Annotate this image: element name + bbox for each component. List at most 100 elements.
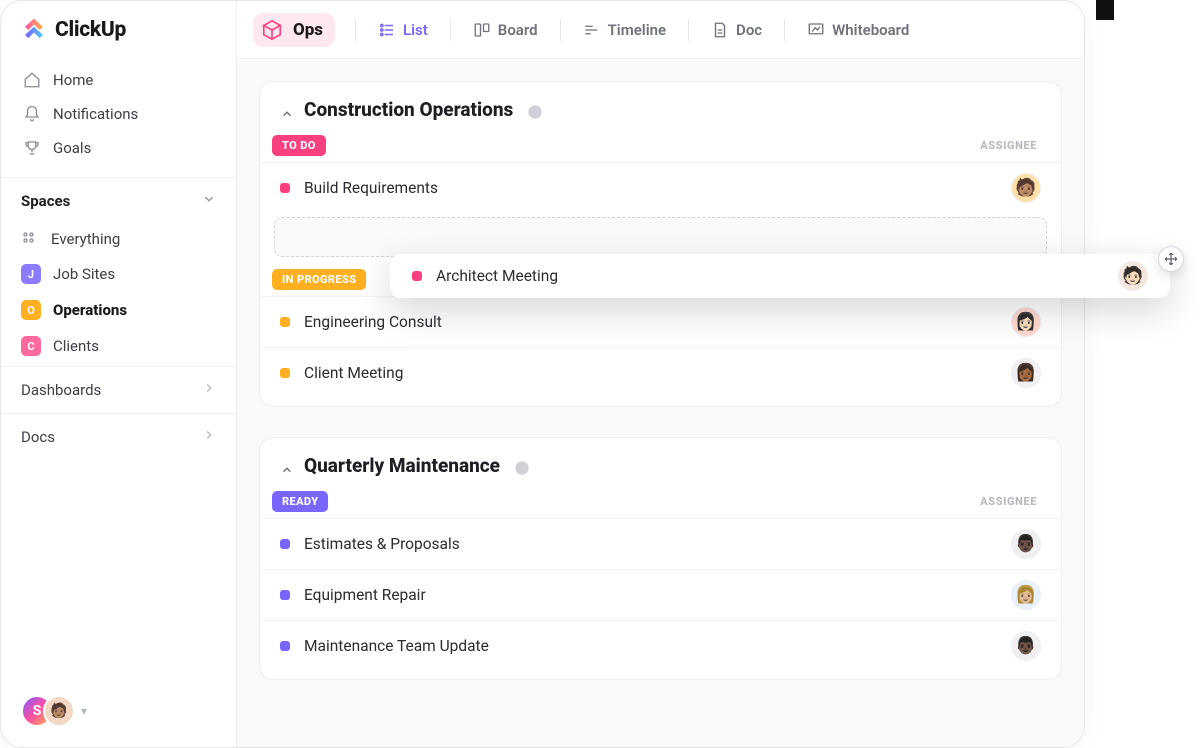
view-tab-doc[interactable]: Doc [709, 17, 764, 43]
workspace-switcher[interactable]: S 🧑🏽 [21, 695, 75, 727]
status-dot [280, 641, 290, 651]
task-row[interactable]: Estimates & Proposals 👨🏿 [260, 518, 1061, 569]
content: Construction Operations TO DO ASSIGNEE B… [237, 59, 1084, 710]
chevron-down-icon [202, 192, 216, 210]
clickup-logo-icon [21, 17, 47, 43]
list-card-construction: Construction Operations TO DO ASSIGNEE B… [259, 81, 1062, 407]
timeline-icon [583, 21, 601, 39]
status-dot [412, 271, 422, 281]
task-row[interactable]: Engineering Consult 👩🏻 [260, 296, 1061, 347]
space-label: Operations [53, 301, 127, 319]
status-dot [280, 368, 290, 378]
space-name: Ops [293, 20, 323, 40]
doc-icon [711, 21, 729, 39]
space-badge[interactable]: Ops [253, 13, 335, 47]
task-row[interactable]: Equipment Repair 👩🏼 [260, 569, 1061, 620]
space-label: Job Sites [53, 265, 115, 283]
section-label: Dashboards [21, 381, 101, 399]
logo-text: ClickUp [55, 18, 126, 42]
divider [450, 19, 451, 41]
divider [784, 19, 785, 41]
status-dot [280, 317, 290, 327]
view-label: Whiteboard [832, 21, 909, 39]
chevron-right-icon [202, 381, 216, 399]
space-job-sites[interactable]: J Job Sites [9, 256, 228, 292]
decorative-corner [1096, 0, 1114, 20]
assignee-avatar[interactable]: 🧑🏻 [1118, 261, 1148, 291]
space-everything[interactable]: Everything [9, 222, 228, 256]
space-clients[interactable]: C Clients [9, 328, 228, 364]
assignee-avatar[interactable]: 👩🏾 [1011, 358, 1041, 388]
nav-label: Notifications [53, 105, 138, 123]
assignee-avatar[interactable]: 👩🏻 [1011, 307, 1041, 337]
nav-notifications[interactable]: Notifications [9, 97, 228, 131]
nav-label: Goals [53, 139, 91, 157]
spaces-header[interactable]: Spaces [1, 177, 236, 220]
main-area: Ops List Board Timeline Doc [237, 1, 1084, 747]
task-name: Maintenance Team Update [304, 637, 489, 655]
chevron-up-icon [280, 103, 294, 117]
view-tab-timeline[interactable]: Timeline [581, 17, 668, 43]
view-tab-list[interactable]: List [376, 17, 430, 43]
assignee-avatar[interactable]: 👨🏿 [1011, 529, 1041, 559]
divider [688, 19, 689, 41]
logo[interactable]: ClickUp [1, 17, 236, 61]
view-tab-whiteboard[interactable]: Whiteboard [805, 17, 911, 43]
space-label: Everything [51, 230, 120, 248]
topbar: Ops List Board Timeline Doc [237, 1, 1084, 59]
sidebar: ClickUp Home Notifications Goals Spaces [1, 1, 237, 747]
assignee-column-header: ASSIGNEE [980, 139, 1037, 152]
space-chip: J [21, 264, 41, 284]
list-header[interactable]: Construction Operations [260, 98, 1061, 131]
space-chip: C [21, 336, 41, 356]
list-header[interactable]: Quarterly Maintenance [260, 454, 1061, 487]
status-dot [280, 539, 290, 549]
task-name: Estimates & Proposals [304, 535, 460, 553]
task-name: Build Requirements [304, 179, 438, 197]
dragged-task-card[interactable]: Architect Meeting 🧑🏻 [390, 254, 1170, 298]
list-title: Quarterly Maintenance [304, 454, 500, 477]
list-title: Construction Operations [304, 98, 513, 121]
status-chip[interactable]: TO DO [272, 135, 326, 156]
docs-section[interactable]: Docs [1, 413, 236, 460]
task-row[interactable]: Client Meeting 👩🏾 [260, 347, 1061, 398]
nav-label: Home [53, 71, 93, 89]
task-row[interactable]: Maintenance Team Update 👨🏿 [260, 620, 1061, 671]
info-icon[interactable] [514, 458, 530, 474]
chevron-right-icon [202, 428, 216, 446]
primary-nav: Home Notifications Goals [1, 61, 236, 167]
space-label: Clients [53, 337, 99, 355]
space-operations[interactable]: O Operations [9, 292, 228, 328]
spaces-header-label: Spaces [21, 192, 70, 210]
assignee-avatar[interactable]: 🧑🏽 [1011, 173, 1041, 203]
board-icon [473, 21, 491, 39]
view-label: Timeline [608, 21, 666, 39]
sidebar-footer: S 🧑🏽 ▾ [1, 683, 236, 733]
status-chip[interactable]: READY [272, 491, 328, 512]
move-cursor-icon [1158, 246, 1184, 272]
assignee-avatar[interactable]: 👨🏿 [1011, 631, 1041, 661]
task-dropzone[interactable] [274, 217, 1047, 257]
view-tab-board[interactable]: Board [471, 17, 540, 43]
list-card-quarterly: Quarterly Maintenance READY ASSIGNEE Est… [259, 437, 1062, 680]
status-chip[interactable]: IN PROGRESS [272, 269, 366, 290]
grid-icon [21, 230, 39, 248]
space-chip: O [21, 300, 41, 320]
info-icon[interactable] [527, 102, 543, 118]
view-label: Doc [736, 21, 762, 39]
assignee-column-header: ASSIGNEE [980, 495, 1037, 508]
whiteboard-icon [807, 21, 825, 39]
task-name: Architect Meeting [436, 267, 558, 285]
status-header-ready: READY ASSIGNEE [260, 487, 1061, 518]
status-header-todo: TO DO ASSIGNEE [260, 131, 1061, 162]
app-frame: ClickUp Home Notifications Goals Spaces [0, 0, 1085, 748]
nav-goals[interactable]: Goals [9, 131, 228, 165]
divider [560, 19, 561, 41]
home-icon [23, 71, 41, 89]
assignee-avatar[interactable]: 👩🏼 [1011, 580, 1041, 610]
dashboards-section[interactable]: Dashboards [1, 366, 236, 413]
bell-icon [23, 105, 41, 123]
nav-home[interactable]: Home [9, 63, 228, 97]
task-row[interactable]: Build Requirements 🧑🏽 [260, 162, 1061, 213]
view-label: List [403, 21, 428, 39]
